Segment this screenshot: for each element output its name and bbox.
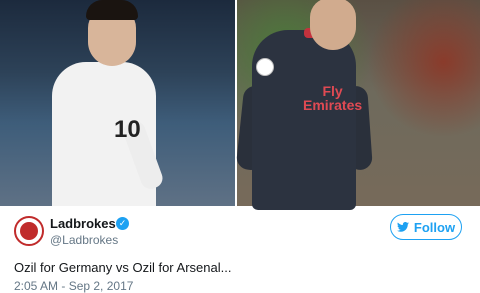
shirt-sponsor: Fly Emirates — [303, 83, 363, 113]
tweet-text: Ozil for Germany vs Ozil for Arsenal... — [14, 260, 232, 275]
user-handle[interactable]: @Ladbrokes — [50, 233, 118, 247]
verified-badge-icon: ✓ — [116, 217, 129, 230]
follow-button[interactable]: Follow — [390, 214, 462, 240]
shirt-number: 10 — [114, 116, 141, 143]
avatar[interactable] — [14, 216, 44, 246]
player-hair — [86, 0, 138, 20]
follow-label: Follow — [413, 219, 456, 235]
tweet-media[interactable]: 10 — [0, 0, 480, 206]
tweet-card: 10 Fly Emirates Ladbrokes ✓ @Ladbrokes F… — [0, 0, 480, 293]
display-name[interactable]: Ladbrokes — [50, 216, 116, 231]
league-badge-icon — [256, 58, 274, 76]
player-head-dark — [310, 0, 356, 50]
tweet-timestamp[interactable]: 2:05 AM - Sep 2, 2017 — [14, 279, 133, 293]
ladbrokes-logo-icon — [20, 222, 38, 240]
twitter-bird-icon — [396, 222, 409, 232]
player-body-dark — [252, 30, 356, 210]
photo-germany[interactable]: 10 — [0, 0, 236, 206]
